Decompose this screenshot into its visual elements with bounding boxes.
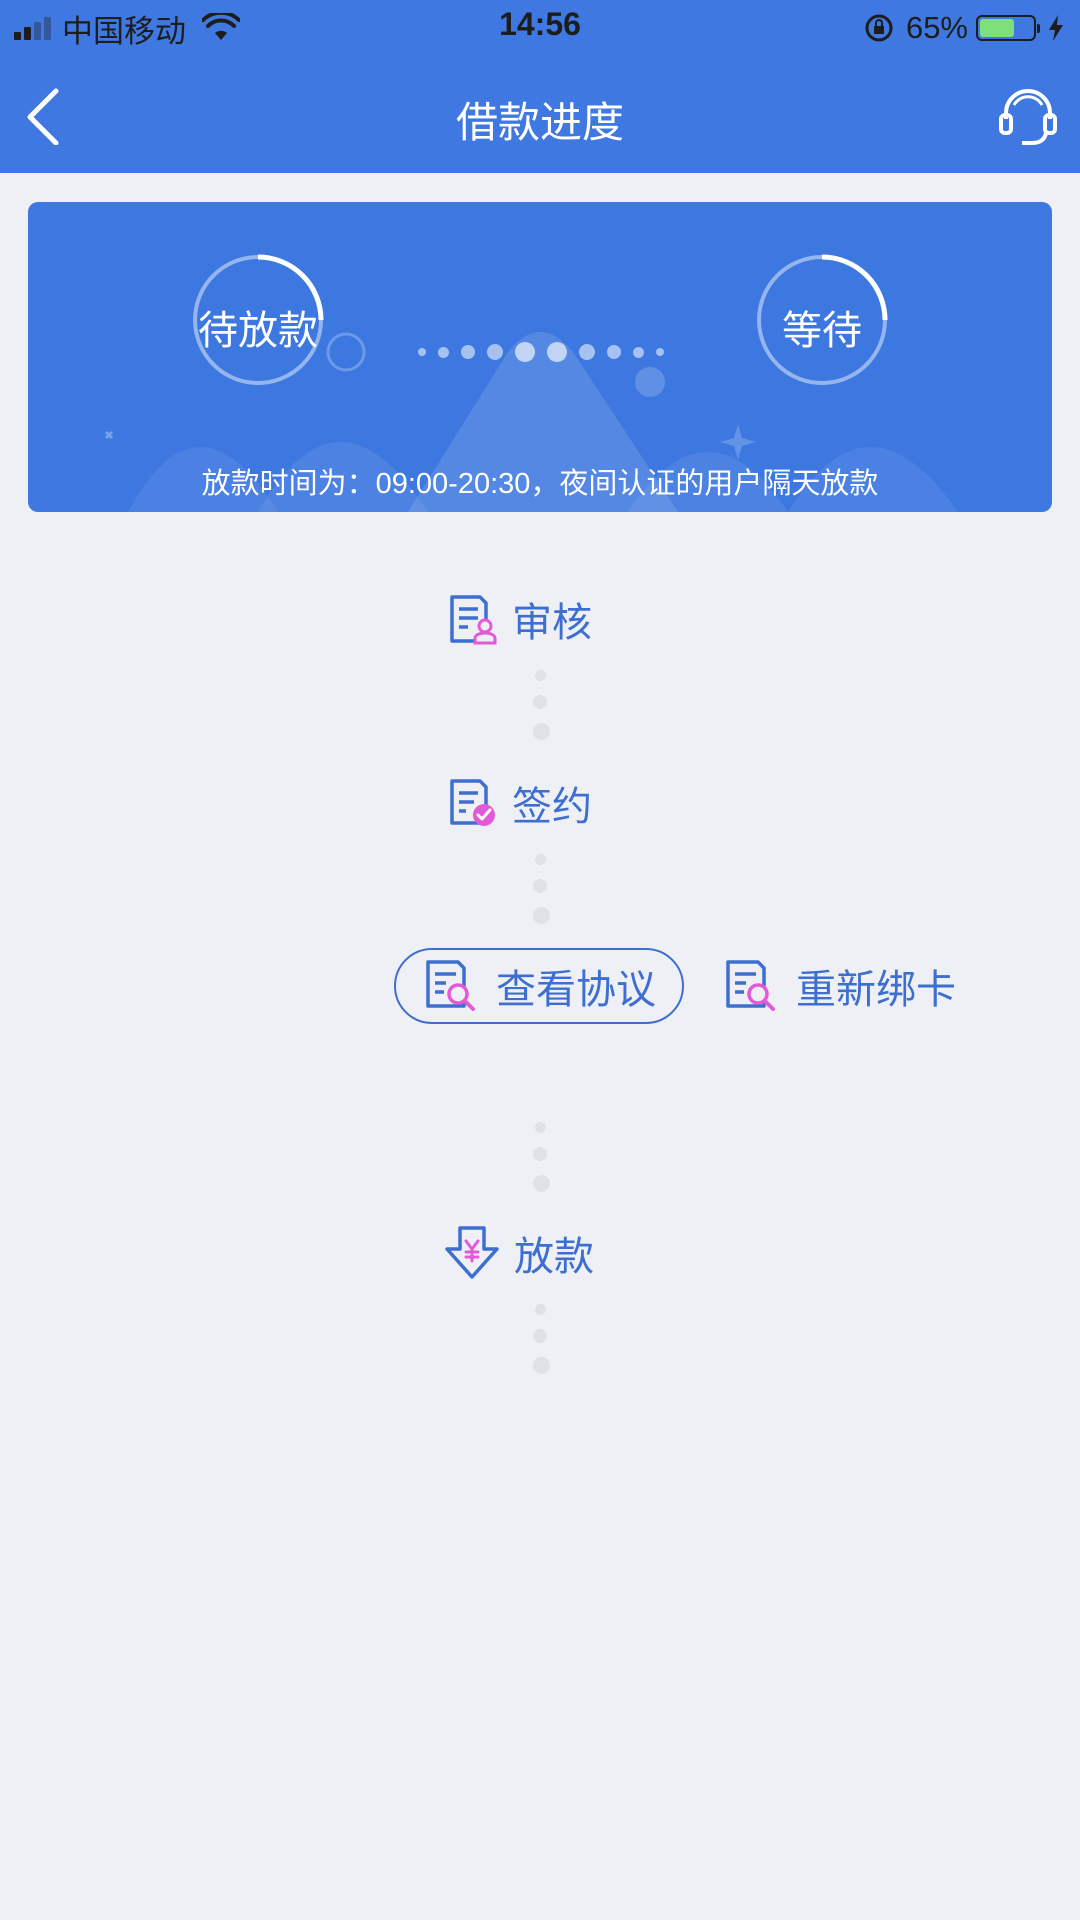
headset-icon[interactable]	[998, 85, 1058, 147]
page-title: 借款进度	[455, 99, 624, 146]
battery-icon	[976, 15, 1040, 41]
disbursement-arrow-icon	[445, 1226, 499, 1279]
disbursement-time-note: 放款时间为：09:00-20:30，夜间认证的用户隔天放款	[201, 468, 879, 500]
progress-dots	[418, 342, 676, 362]
step-disburse-label: 放款	[514, 1235, 594, 1279]
status-ring-pending: 待放款	[190, 252, 326, 388]
loan-status-banner: 待放款 等待 放款时间为：09:00-20:30，夜间认证的用户隔天放款	[28, 202, 1052, 512]
timeline-connector	[533, 670, 550, 740]
status-bar: 中国移动 14:56 65%	[0, 0, 1080, 55]
charging-icon	[1049, 15, 1063, 41]
view-agreement-button[interactable]: 查看协议	[394, 948, 684, 1024]
rebind-card-label: 重新绑卡	[796, 968, 956, 1012]
battery-level	[980, 19, 1014, 37]
step-review-label: 审核	[512, 601, 592, 645]
step-disburse: 放款	[444, 1224, 594, 1282]
step-sign-label: 签约	[512, 785, 592, 829]
review-document-icon	[450, 595, 497, 645]
rotation-lock-icon	[865, 14, 893, 42]
step-review: 审核	[446, 590, 592, 648]
view-agreement-label: 查看协议	[496, 968, 656, 1012]
timeline-connector	[533, 1122, 550, 1192]
document-search-icon	[426, 960, 475, 1011]
timeline-connector	[533, 1304, 550, 1374]
timeline-connector	[533, 854, 550, 924]
document-search-icon	[726, 960, 775, 1011]
rebind-card-button[interactable]: 重新绑卡	[722, 950, 956, 1022]
status-ring-waiting: 等待	[754, 252, 890, 388]
battery-percent: 65%	[905, 10, 968, 45]
nav-bar: 借款进度	[0, 55, 1080, 173]
status-bar-right: 65%	[864, 8, 1066, 48]
step-sign: 签约	[446, 774, 592, 832]
status-pending-label: 待放款	[198, 309, 318, 353]
status-waiting-label: 等待	[782, 309, 862, 353]
signed-document-icon	[450, 779, 495, 826]
